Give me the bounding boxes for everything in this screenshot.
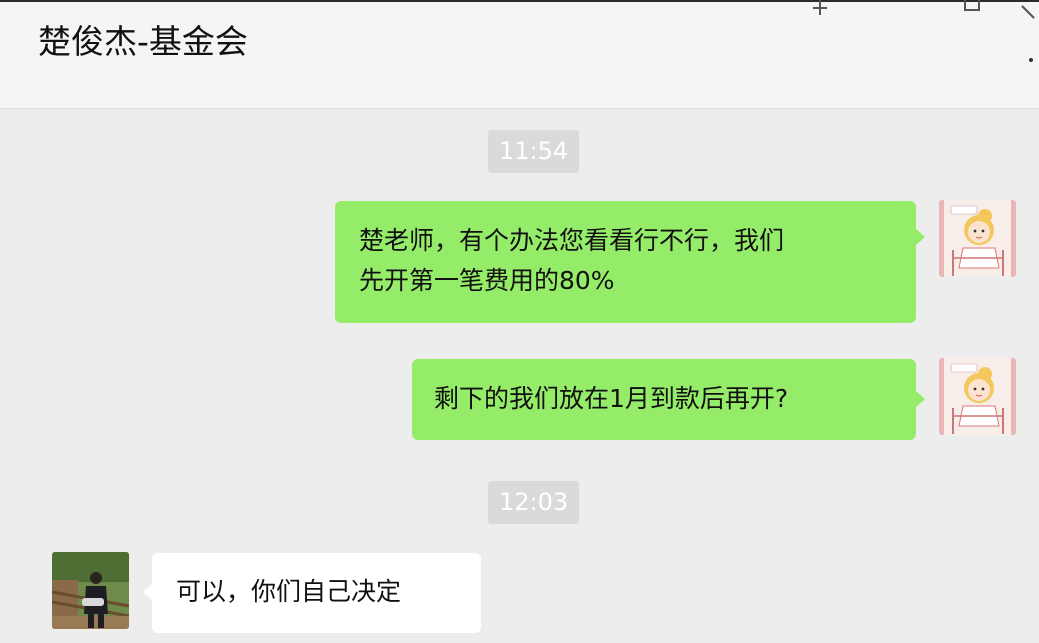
- message-line: 可以，你们自己决定: [176, 577, 402, 606]
- sent-message-bubble[interactable]: 楚老师，有个办法您看看行不行，我们 先开第一笔费用的80%: [335, 201, 925, 323]
- chat-title: 楚俊杰-基金会: [38, 22, 248, 61]
- my-avatar[interactable]: [939, 200, 1016, 277]
- message-line: 先开第一笔费用的80%: [359, 266, 615, 295]
- cartoon-girl-avatar-icon: [939, 358, 1016, 435]
- timestamp-label: 11:54: [488, 130, 580, 173]
- contact-avatar[interactable]: [52, 552, 129, 629]
- timestamp-label: 12:03: [488, 481, 580, 524]
- maximize-icon[interactable]: [962, 0, 982, 12]
- close-icon[interactable]: [1018, 4, 1038, 20]
- pin-icon[interactable]: [810, 0, 830, 16]
- chat-window: 楚俊杰-基金会 11:54 楚老师，有个办法您看看行不行，我们 先开第一笔费用的…: [0, 0, 1039, 643]
- bubble-tail: [143, 583, 153, 601]
- contact-photo-avatar-icon: [52, 552, 129, 629]
- cartoon-girl-avatar-icon: [939, 200, 1016, 277]
- received-message-bubble[interactable]: 可以，你们自己决定: [143, 553, 481, 633]
- my-avatar[interactable]: [939, 358, 1016, 435]
- bubble-tail: [915, 228, 925, 246]
- message-line: 剩下的我们放在1月到款后再开?: [434, 384, 789, 413]
- more-icon[interactable]: [1026, 52, 1036, 68]
- bubble-tail: [915, 390, 925, 408]
- chat-header: 楚俊杰-基金会: [0, 2, 1039, 109]
- sent-message-bubble[interactable]: 剩下的我们放在1月到款后再开?: [412, 359, 925, 440]
- message-line: 楚老师，有个办法您看看行不行，我们: [359, 226, 785, 255]
